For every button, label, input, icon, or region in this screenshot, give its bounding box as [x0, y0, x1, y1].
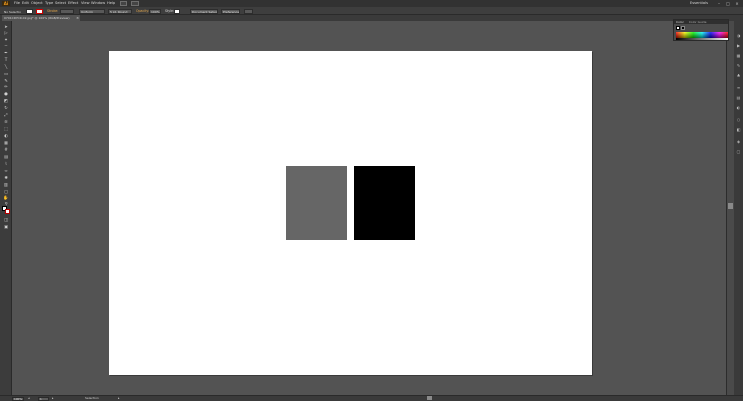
fill-swatch[interactable] — [26, 8, 33, 14]
graphic-styles-icon[interactable]: ◧ — [736, 127, 742, 132]
minimize-icon[interactable]: – — [716, 1, 722, 6]
style-label: Style: — [165, 9, 175, 13]
menu-type[interactable]: Type — [45, 0, 53, 7]
free-transform-tool-icon[interactable]: ⬚ — [2, 126, 10, 131]
line-tool-icon[interactable]: ╲ — [2, 64, 10, 69]
first-artboard-icon[interactable]: ◂ — [28, 396, 30, 401]
panel-stroke-swatch[interactable] — [681, 26, 685, 30]
menu-effect[interactable]: Effect — [68, 0, 78, 7]
gray-rectangle[interactable] — [286, 166, 347, 240]
shape-builder-tool-icon[interactable]: ◐ — [2, 133, 10, 138]
stroke-panel-icon[interactable]: ≡ — [736, 85, 742, 90]
graphic-style-swatch[interactable] — [174, 8, 180, 14]
document-tab-title: 0701CDYCR-02.jpg* @ 100% (RGB/Preview) — [4, 16, 70, 20]
magic-wand-tool-icon[interactable]: ✦ — [2, 37, 10, 42]
selection-tool-icon[interactable]: ➤ — [2, 24, 10, 29]
direct-selection-tool-icon[interactable]: ▷ — [2, 30, 10, 35]
paintbrush-tool-icon[interactable]: ✎ — [2, 78, 10, 83]
rectangle-tool-icon[interactable]: ▭ — [2, 71, 10, 76]
grayscale-ramp[interactable] — [676, 38, 728, 40]
menu-help[interactable]: Help — [107, 0, 115, 7]
stroke-weight-input[interactable] — [60, 8, 74, 14]
pen-tool-icon[interactable]: ✒ — [2, 50, 10, 55]
menu-select[interactable]: Select — [55, 0, 66, 7]
arrange-icon[interactable] — [244, 8, 253, 14]
next-artboard-icon[interactable]: ▸ — [52, 396, 54, 401]
symbol-sprayer-tool-icon[interactable]: ✺ — [2, 175, 10, 180]
menu-edit[interactable]: Edit — [22, 0, 29, 7]
panel-fill-swatch[interactable] — [676, 26, 680, 30]
bridge-button[interactable] — [120, 1, 127, 6]
menu-object[interactable]: Object — [31, 0, 43, 7]
opacity-input[interactable]: 100% — [149, 8, 161, 14]
workspace-switcher[interactable]: Essentials — [690, 0, 708, 7]
opacity-label[interactable]: Opacity: — [136, 7, 149, 15]
transparency-icon[interactable]: ◐ — [736, 105, 742, 110]
brushes-icon[interactable]: ✎ — [736, 63, 742, 68]
width-tool-icon[interactable]: ≋ — [2, 119, 10, 124]
color-panel: Color Color Guide — [673, 19, 729, 41]
preferences-button[interactable]: Preferences — [221, 8, 240, 14]
scale-tool-icon[interactable]: ⤢ — [2, 112, 10, 117]
panel-dock: ◑ ▶ ▦ ✎ ♣ ≡ ▤ ◐ ○ ◧ ◈ ▢ — [734, 15, 743, 395]
color-guide-icon[interactable]: ▶ — [736, 43, 742, 48]
menu-bar: Ai File Edit Object Type Select Effect V… — [0, 0, 743, 7]
column-graph-tool-icon[interactable]: ▥ — [2, 182, 10, 187]
horizontal-scroll-thumb[interactable] — [427, 396, 432, 400]
maximize-icon[interactable]: □ — [725, 1, 731, 6]
layers-icon[interactable]: ◈ — [736, 139, 742, 144]
gradient-panel-icon[interactable]: ▤ — [736, 95, 742, 100]
artboards-icon[interactable]: ▢ — [736, 149, 742, 154]
color-panel-title[interactable]: Color — [676, 20, 684, 24]
eyedropper-tool-icon[interactable]: ⌇ — [2, 161, 10, 166]
color-guide-tab[interactable]: Color Guide — [689, 20, 707, 24]
swatches-icon[interactable]: ▦ — [736, 53, 742, 58]
vertical-scroll-thumb[interactable] — [728, 203, 733, 209]
close-icon[interactable]: × — [734, 1, 740, 6]
mesh-tool-icon[interactable]: # — [2, 147, 10, 152]
gradient-tool-icon[interactable]: ▤ — [2, 154, 10, 159]
tools-panel: ➤ ▷ ✦ ∽ ✒ T ╲ ▭ ✎ ✏ ● ◩ ↻ ⤢ ≋ ⬚ ◐ ▦ # ▤ … — [0, 21, 12, 395]
menu-view[interactable]: View — [81, 0, 90, 7]
stroke-color-swatch[interactable] — [5, 209, 10, 214]
rotate-tool-icon[interactable]: ↻ — [2, 105, 10, 110]
color-panel-icon[interactable]: ◑ — [736, 33, 742, 38]
current-tool-status[interactable]: Selection — [85, 396, 99, 401]
eraser-tool-icon[interactable]: ◩ — [2, 98, 10, 103]
perspective-grid-tool-icon[interactable]: ▦ — [2, 140, 10, 145]
appearance-icon[interactable]: ○ — [736, 117, 742, 122]
lasso-tool-icon[interactable]: ∽ — [2, 43, 10, 48]
type-tool-icon[interactable]: T — [2, 57, 10, 62]
status-bar: 100% ◂ 1 ▸ Selection ▸ — [0, 395, 743, 401]
vertical-scrollbar[interactable] — [726, 21, 734, 395]
artboard-tool-icon[interactable]: ▢ — [2, 189, 10, 194]
stroke-swatch[interactable] — [36, 8, 43, 14]
pencil-tool-icon[interactable]: ✏ — [2, 84, 10, 89]
menu-file[interactable]: File — [14, 0, 20, 7]
status-menu-icon[interactable]: ▸ — [118, 396, 120, 401]
variable-width-profile[interactable]: Uniform — [79, 8, 105, 14]
color-panel-header[interactable]: Color Color Guide — [674, 20, 728, 24]
selection-status: No Selection — [2, 8, 22, 14]
symbols-icon[interactable]: ♣ — [736, 73, 742, 78]
menu-window[interactable]: Window — [91, 0, 105, 7]
illustrator-logo: Ai — [2, 1, 10, 6]
artboard[interactable] — [109, 51, 592, 375]
document-setup-button[interactable]: Document Setup — [190, 8, 218, 14]
black-rectangle[interactable] — [354, 166, 415, 240]
artboard-number[interactable]: 1 — [38, 396, 49, 401]
zoom-level[interactable]: 100% — [12, 396, 24, 401]
drawing-mode-icon[interactable]: ◫ — [2, 217, 10, 222]
stroke-label[interactable]: Stroke: — [47, 7, 58, 15]
brush-definition[interactable]: 5 pt. Round — [108, 8, 132, 14]
blob-brush-tool-icon[interactable]: ● — [2, 91, 10, 96]
control-bar: No Selection Stroke: Uniform 5 pt. Round… — [0, 7, 743, 15]
screen-mode-icon[interactable]: ▣ — [2, 224, 10, 229]
blend-tool-icon[interactable]: ∞ — [2, 168, 10, 173]
hand-tool-icon[interactable]: ✋ — [2, 195, 10, 200]
arrange-documents-button[interactable] — [131, 1, 139, 6]
